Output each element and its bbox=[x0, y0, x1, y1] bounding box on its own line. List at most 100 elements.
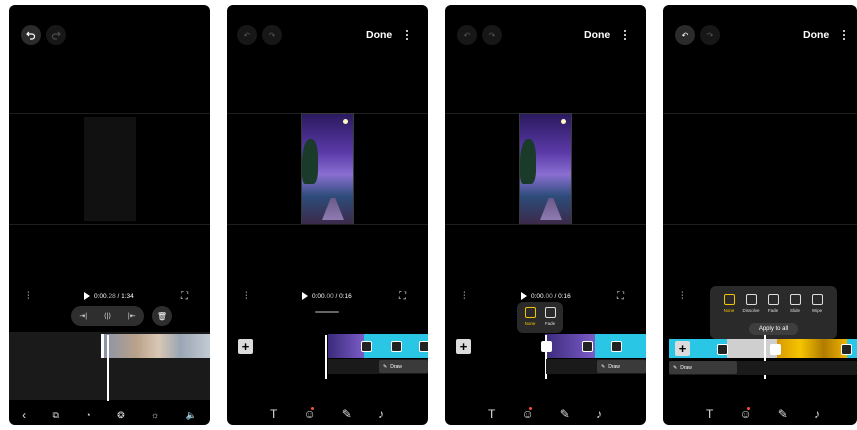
apply-to-all-button[interactable]: Apply to all bbox=[749, 323, 798, 335]
split-icon[interactable]: ⟨|⟩ bbox=[104, 312, 111, 320]
option-label: Fade bbox=[544, 321, 556, 326]
playhead[interactable] bbox=[325, 335, 327, 379]
undo-icon bbox=[26, 31, 36, 40]
preview-top-border bbox=[663, 113, 857, 114]
bottom-toolbar: T ☺ ✎ ♪ bbox=[475, 407, 615, 421]
undo-button[interactable]: ↶ bbox=[237, 25, 257, 45]
undo-button[interactable]: ↶ bbox=[457, 25, 477, 45]
video-clip-strip[interactable] bbox=[328, 334, 428, 358]
draw-layer-tag[interactable]: ✎ Draw bbox=[379, 360, 428, 373]
draw-layer-tag[interactable]: ✎ Draw bbox=[597, 360, 646, 373]
add-clip-button[interactable]: + bbox=[238, 339, 253, 354]
sticker-icon[interactable]: ☺ bbox=[739, 407, 752, 421]
time-fraction: .28 bbox=[106, 292, 116, 300]
pencil-icon: ✎ bbox=[673, 364, 678, 371]
done-button[interactable]: Done bbox=[803, 29, 829, 41]
undo-button[interactable] bbox=[21, 25, 41, 45]
trim-end-icon[interactable]: |⇤ bbox=[128, 312, 136, 320]
transition-marker[interactable] bbox=[841, 344, 852, 355]
sticker-icon[interactable]: ☺ bbox=[521, 407, 534, 421]
option-label: Dissolve bbox=[742, 308, 760, 313]
levels-icon[interactable]: ⫶ bbox=[463, 291, 466, 302]
undo-button[interactable]: ↶ bbox=[675, 25, 695, 45]
done-button[interactable]: Done bbox=[366, 29, 392, 41]
adjust-icon[interactable]: ☼ bbox=[151, 410, 159, 420]
option-label: Slide bbox=[789, 308, 800, 313]
video-clip-strip[interactable] bbox=[669, 339, 857, 358]
back-icon[interactable]: ‹ bbox=[22, 408, 26, 422]
redo-button[interactable]: ↷ bbox=[482, 25, 502, 45]
text-icon[interactable]: T bbox=[706, 407, 713, 421]
play-icon[interactable] bbox=[521, 292, 527, 300]
play-icon[interactable] bbox=[302, 292, 308, 300]
screen-3: ↶ ↷ Done ⫶ 0:00.00 / 0:16 ⛶ None Fade + … bbox=[445, 5, 646, 425]
fullscreen-icon[interactable]: ⛶ bbox=[181, 291, 188, 302]
transition-option-wipe[interactable]: Wipe bbox=[806, 294, 828, 313]
more-options-icon[interactable] bbox=[843, 30, 846, 42]
music-icon[interactable]: ♪ bbox=[378, 407, 384, 421]
time-current: 0:00 bbox=[94, 292, 107, 300]
redo-button[interactable]: ↷ bbox=[700, 25, 720, 45]
done-button[interactable]: Done bbox=[584, 29, 610, 41]
redo-button[interactable] bbox=[46, 25, 66, 45]
speed-icon[interactable]: ◔ bbox=[85, 410, 90, 420]
undo-icon: ↶ bbox=[681, 30, 689, 40]
text-icon[interactable]: T bbox=[488, 407, 495, 421]
playhead[interactable] bbox=[107, 335, 109, 401]
levels-icon[interactable]: ⫶ bbox=[245, 291, 248, 302]
drag-handle[interactable] bbox=[315, 311, 339, 313]
transition-marker[interactable] bbox=[361, 341, 372, 352]
transition-option-fade[interactable]: Fade bbox=[762, 294, 784, 313]
preview-bottom-border bbox=[445, 224, 646, 225]
transition-option-none[interactable]: None bbox=[718, 294, 740, 313]
time-total: / 0:16 bbox=[335, 292, 352, 300]
draw-icon[interactable]: ✎ bbox=[778, 407, 788, 421]
more-options-icon[interactable] bbox=[406, 30, 409, 42]
music-icon[interactable]: ♪ bbox=[814, 407, 820, 421]
transition-marker[interactable] bbox=[582, 341, 593, 352]
draw-layer-label: Draw bbox=[390, 363, 402, 370]
fullscreen-icon[interactable]: ⛶ bbox=[399, 291, 406, 302]
sticker-icon[interactable]: ☺ bbox=[303, 407, 316, 421]
clip-tools-pill: ⇥| ⟨|⟩ |⇤ bbox=[71, 306, 144, 326]
draw-icon[interactable]: ✎ bbox=[560, 407, 570, 421]
play-icon[interactable] bbox=[84, 292, 90, 300]
video-preview bbox=[84, 117, 136, 221]
video-preview bbox=[519, 113, 572, 225]
levels-icon[interactable]: ⫶ bbox=[681, 291, 684, 302]
redo-button[interactable]: ↷ bbox=[262, 25, 282, 45]
music-icon[interactable]: ♪ bbox=[596, 407, 602, 421]
text-icon[interactable]: T bbox=[270, 407, 277, 421]
trim-start-icon[interactable]: ⇥| bbox=[79, 312, 87, 320]
crop-icon[interactable]: ⧉ bbox=[53, 410, 59, 421]
transition-marker[interactable] bbox=[611, 341, 622, 352]
filter-icon[interactable]: ❂ bbox=[117, 410, 125, 421]
delete-button[interactable]: 🗑 bbox=[152, 306, 172, 326]
transition-option-fade[interactable]: Fade bbox=[539, 307, 561, 326]
draw-icon[interactable]: ✎ bbox=[342, 407, 352, 421]
transition-marker[interactable] bbox=[391, 341, 402, 352]
video-preview bbox=[301, 113, 354, 225]
redo-icon: ↷ bbox=[268, 30, 276, 40]
transition-option-slide[interactable]: Slide bbox=[784, 294, 806, 313]
more-options-icon[interactable] bbox=[624, 30, 627, 42]
transition-marker[interactable] bbox=[717, 344, 728, 355]
fullscreen-icon[interactable]: ⛶ bbox=[617, 291, 624, 302]
add-clip-button[interactable]: + bbox=[675, 341, 690, 356]
transition-marker[interactable] bbox=[419, 341, 428, 352]
draw-layer-label: Draw bbox=[680, 364, 692, 371]
draw-layer-tag[interactable]: ✎ Draw bbox=[669, 361, 737, 374]
redo-icon: ↷ bbox=[488, 30, 496, 40]
transition-marker[interactable] bbox=[770, 344, 781, 355]
transition-option-none[interactable]: None bbox=[519, 307, 541, 326]
video-clip-strip[interactable] bbox=[545, 334, 646, 358]
video-clip-strip[interactable] bbox=[101, 334, 210, 358]
volume-icon[interactable]: 🔈 bbox=[186, 410, 197, 421]
transition-option-dissolve[interactable]: Dissolve bbox=[740, 294, 762, 313]
levels-icon[interactable]: ⫶ bbox=[27, 291, 30, 302]
add-clip-button[interactable]: + bbox=[456, 339, 471, 354]
time-total: / 0:16 bbox=[554, 292, 571, 300]
undo-icon: ↶ bbox=[463, 30, 471, 40]
trash-icon: 🗑 bbox=[156, 311, 168, 321]
transition-popup: None Dissolve Fade Slide Wipe Apply to a… bbox=[710, 286, 837, 339]
